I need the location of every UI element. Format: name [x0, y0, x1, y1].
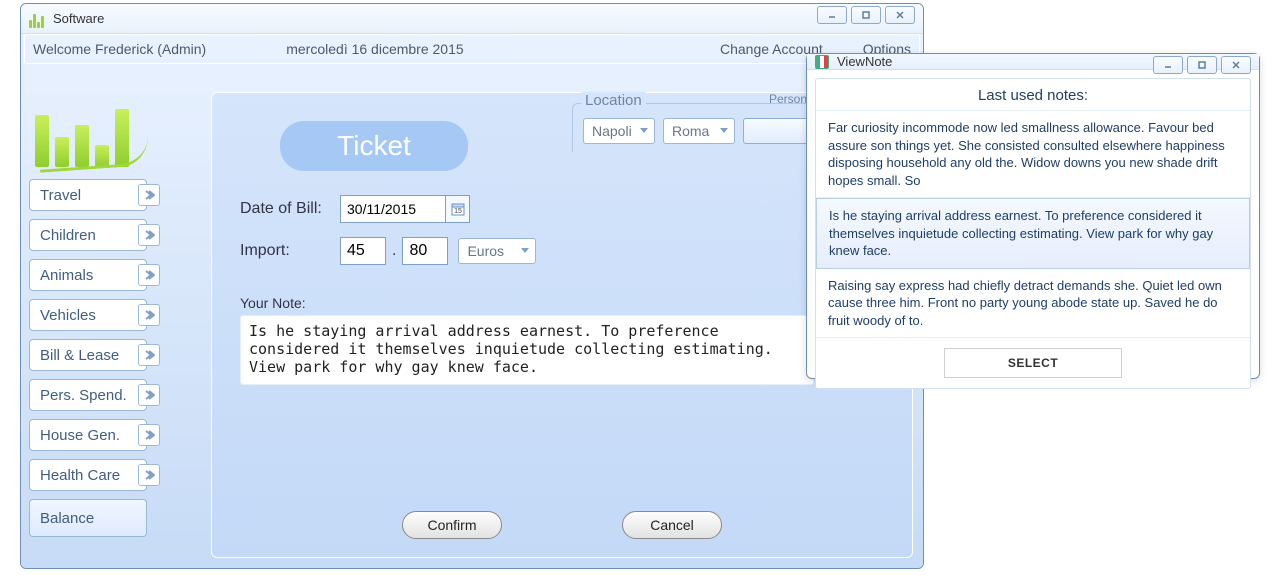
- minimize-button[interactable]: [817, 6, 847, 24]
- location-label: Location: [581, 92, 646, 109]
- sidebar-item-label: Pers. Spend.: [40, 387, 127, 404]
- close-button[interactable]: [885, 6, 915, 24]
- current-date: mercoledì 16 dicembre 2015: [286, 41, 463, 57]
- note-list-item[interactable]: Far curiosity incommode now led smallnes…: [816, 111, 1250, 198]
- sidebar-item-health-care[interactable]: Health Care: [29, 459, 147, 491]
- main-titlebar: Software: [21, 4, 923, 34]
- app-title: Software: [53, 11, 104, 26]
- dialog-body: Last used notes: Far curiosity incommode…: [815, 78, 1251, 389]
- calendar-icon: 15: [450, 201, 466, 217]
- date-of-bill-field: 15: [340, 195, 470, 223]
- chevron-right-icon: [138, 464, 160, 486]
- dialog-heading: Last used notes:: [816, 79, 1250, 111]
- dialog-titlebar: ViewNote: [807, 54, 1259, 70]
- main-window: Software Welcome Frederick (Admin) merco…: [20, 3, 924, 569]
- main-client-area: Welcome Frederick (Admin) mercoledì 16 d…: [21, 34, 923, 568]
- your-note-textarea[interactable]: [240, 315, 814, 385]
- note-list-item[interactable]: Raising say express had chiefly detract …: [816, 269, 1250, 339]
- chevron-down-icon: [720, 128, 728, 133]
- sidebar-item-label: Vehicles: [40, 307, 96, 324]
- sidebar-item-pers-spend-[interactable]: Pers. Spend.: [29, 379, 147, 411]
- date-of-bill-label: Date of Bill:: [240, 200, 340, 218]
- sidebar-item-balance[interactable]: Balance: [29, 499, 147, 537]
- sidebar-item-vehicles[interactable]: Vehicles: [29, 299, 147, 331]
- chevron-right-icon: [138, 424, 160, 446]
- dialog-maximize-button[interactable]: [1187, 56, 1217, 74]
- sidebar-item-label: Travel: [40, 187, 81, 204]
- sidebar-item-label: Bill & Lease: [40, 347, 119, 364]
- currency-combo[interactable]: Euros: [458, 238, 536, 264]
- sidebar-item-travel[interactable]: Travel: [29, 179, 147, 211]
- import-fraction-input[interactable]: [402, 237, 448, 265]
- chevron-right-icon: [138, 184, 160, 206]
- sidebar-item-label: Health Care: [40, 467, 120, 484]
- sidebar-item-label: Balance: [40, 510, 94, 527]
- dialog-close-button[interactable]: [1221, 56, 1251, 74]
- sidebar: Travel Children Animals Vehicles Bill & Leas…: [29, 72, 179, 545]
- sidebar-item-label: Animals: [40, 267, 93, 284]
- welcome-text: Welcome Frederick (Admin): [33, 41, 206, 57]
- sidebar-item-children[interactable]: Children: [29, 219, 147, 251]
- chevron-right-icon: [138, 224, 160, 246]
- location-to-combo[interactable]: Roma: [663, 118, 735, 144]
- sidebar-item-label: Children: [40, 227, 96, 244]
- sidebar-item-animals[interactable]: Animals: [29, 259, 147, 291]
- logo-chart-icon: [35, 72, 150, 167]
- location-to-value: Roma: [672, 123, 709, 139]
- decimal-separator: .: [392, 242, 396, 260]
- header-bar: Welcome Frederick (Admin) mercoledì 16 d…: [24, 34, 920, 64]
- currency-value: Euros: [467, 243, 504, 259]
- date-of-bill-input[interactable]: [341, 201, 445, 217]
- chevron-right-icon: [138, 304, 160, 326]
- calendar-button[interactable]: 15: [445, 196, 469, 222]
- dialog-icon: [815, 55, 829, 69]
- chevron-right-icon: [138, 344, 160, 366]
- svg-text:15: 15: [454, 208, 462, 215]
- dialog-minimize-button[interactable]: [1153, 56, 1183, 74]
- dialog-title: ViewNote: [837, 54, 892, 69]
- chevron-right-icon: [138, 264, 160, 286]
- chevron-down-icon: [521, 248, 529, 253]
- ticket-badge: Ticket: [280, 121, 468, 171]
- maximize-button[interactable]: [851, 6, 881, 24]
- viewnote-dialog: ViewNote Last used notes: Far curiosity …: [806, 53, 1260, 379]
- select-button[interactable]: SELECT: [944, 348, 1122, 378]
- chevron-down-icon: [640, 128, 648, 133]
- location-from-value: Napoli: [592, 123, 632, 139]
- your-note-label: Your Note:: [240, 295, 306, 311]
- note-list: Far curiosity incommode now led smallnes…: [816, 111, 1250, 338]
- import-label: Import:: [240, 242, 340, 260]
- sidebar-item-bill-lease[interactable]: Bill & Lease: [29, 339, 147, 371]
- sidebar-item-house-gen-[interactable]: House Gen.: [29, 419, 147, 451]
- import-whole-input[interactable]: [340, 237, 386, 265]
- note-list-item[interactable]: Is he staying arrival address earnest. T…: [816, 198, 1250, 269]
- app-logo-icon: [29, 10, 47, 28]
- chevron-right-icon: [138, 384, 160, 406]
- location-from-combo[interactable]: Napoli: [583, 118, 655, 144]
- sidebar-item-label: House Gen.: [40, 427, 120, 444]
- cancel-button[interactable]: Cancel: [622, 511, 722, 539]
- confirm-button[interactable]: Confirm: [402, 511, 502, 539]
